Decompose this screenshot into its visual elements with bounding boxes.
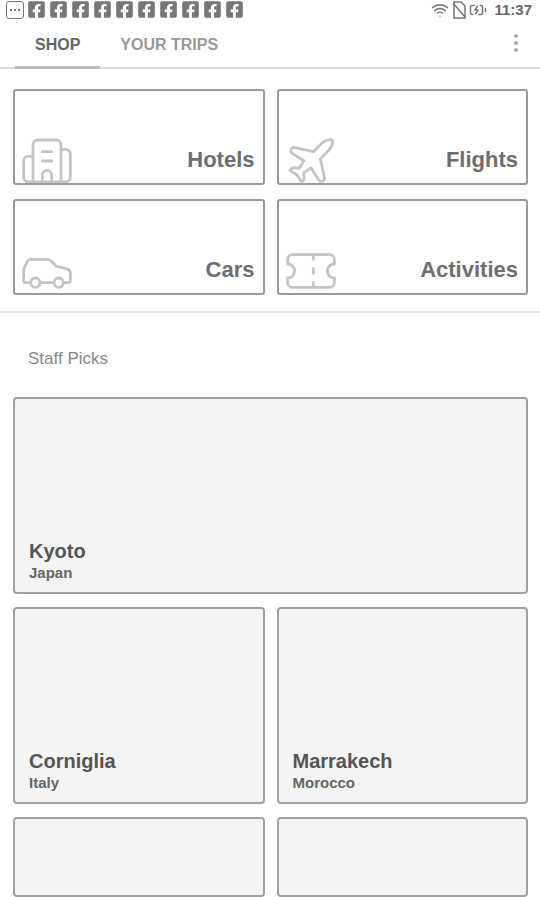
ticket-icon [283, 243, 339, 295]
more-vertical-icon [504, 31, 528, 55]
clock: 11:37 [494, 1, 532, 18]
app-screen: 11:37SHOPYOUR TRIPSHotelsFlightsCarsActi… [0, 0, 540, 897]
destination-city: Marrakech [293, 749, 513, 773]
battery-icon [469, 1, 487, 19]
facebook-icon [49, 0, 68, 19]
wifi-icon [431, 1, 449, 19]
facebook-icon [203, 0, 222, 19]
facebook-icon [137, 0, 156, 19]
overflow-menu-button[interactable] [492, 19, 540, 67]
facebook-icon [181, 0, 200, 19]
category-tile[interactable]: Flights [277, 89, 529, 185]
category-grid: Hotels Flights Cars Activities [0, 69, 540, 313]
system-icons: 11:37 [431, 1, 532, 19]
destination-city: Kyoto [29, 539, 512, 563]
destination-card[interactable]: CornigliaItaly [13, 607, 265, 804]
destination-card[interactable]: KyotoJapan [13, 397, 528, 594]
category-tile[interactable]: Hotels [13, 89, 265, 185]
category-label: Flights [446, 147, 518, 183]
facebook-icon [159, 0, 178, 19]
tab[interactable]: YOUR TRIPS [100, 19, 238, 69]
category-label: Hotels [187, 147, 254, 183]
destination-grid: KyotoJapanCornigliaItalyMarrakechMorocco [13, 397, 528, 897]
toolbar: SHOPYOUR TRIPS [0, 19, 540, 69]
plane-icon [283, 133, 339, 185]
no-sim-icon [452, 1, 466, 19]
destination-country: Morocco [293, 773, 513, 793]
category-label: Cars [206, 257, 255, 293]
notification-icons [6, 0, 244, 19]
more-notifications-icon [6, 1, 24, 19]
hotel-icon [19, 133, 75, 185]
category-tile[interactable]: Cars [13, 199, 265, 295]
status-bar: 11:37 [0, 0, 540, 19]
category-label: Activities [420, 257, 518, 293]
facebook-icon [115, 0, 134, 19]
staff-picks-section: Staff PicksKyotoJapanCornigliaItalyMarra… [0, 313, 540, 897]
facebook-icon [27, 0, 46, 19]
facebook-icon [93, 0, 112, 19]
destination-city: Corniglia [29, 749, 249, 773]
destination-card[interactable] [13, 817, 265, 897]
destination-country: Italy [29, 773, 249, 793]
facebook-icon [225, 0, 244, 19]
car-icon [19, 243, 75, 295]
category-tile[interactable]: Activities [277, 199, 529, 295]
destination-card[interactable]: MarrakechMorocco [277, 607, 529, 804]
facebook-icon [71, 0, 90, 19]
destination-card[interactable] [277, 817, 529, 897]
section-title: Staff Picks [13, 313, 528, 397]
tab[interactable]: SHOP [15, 19, 100, 69]
destination-country: Japan [29, 563, 512, 583]
